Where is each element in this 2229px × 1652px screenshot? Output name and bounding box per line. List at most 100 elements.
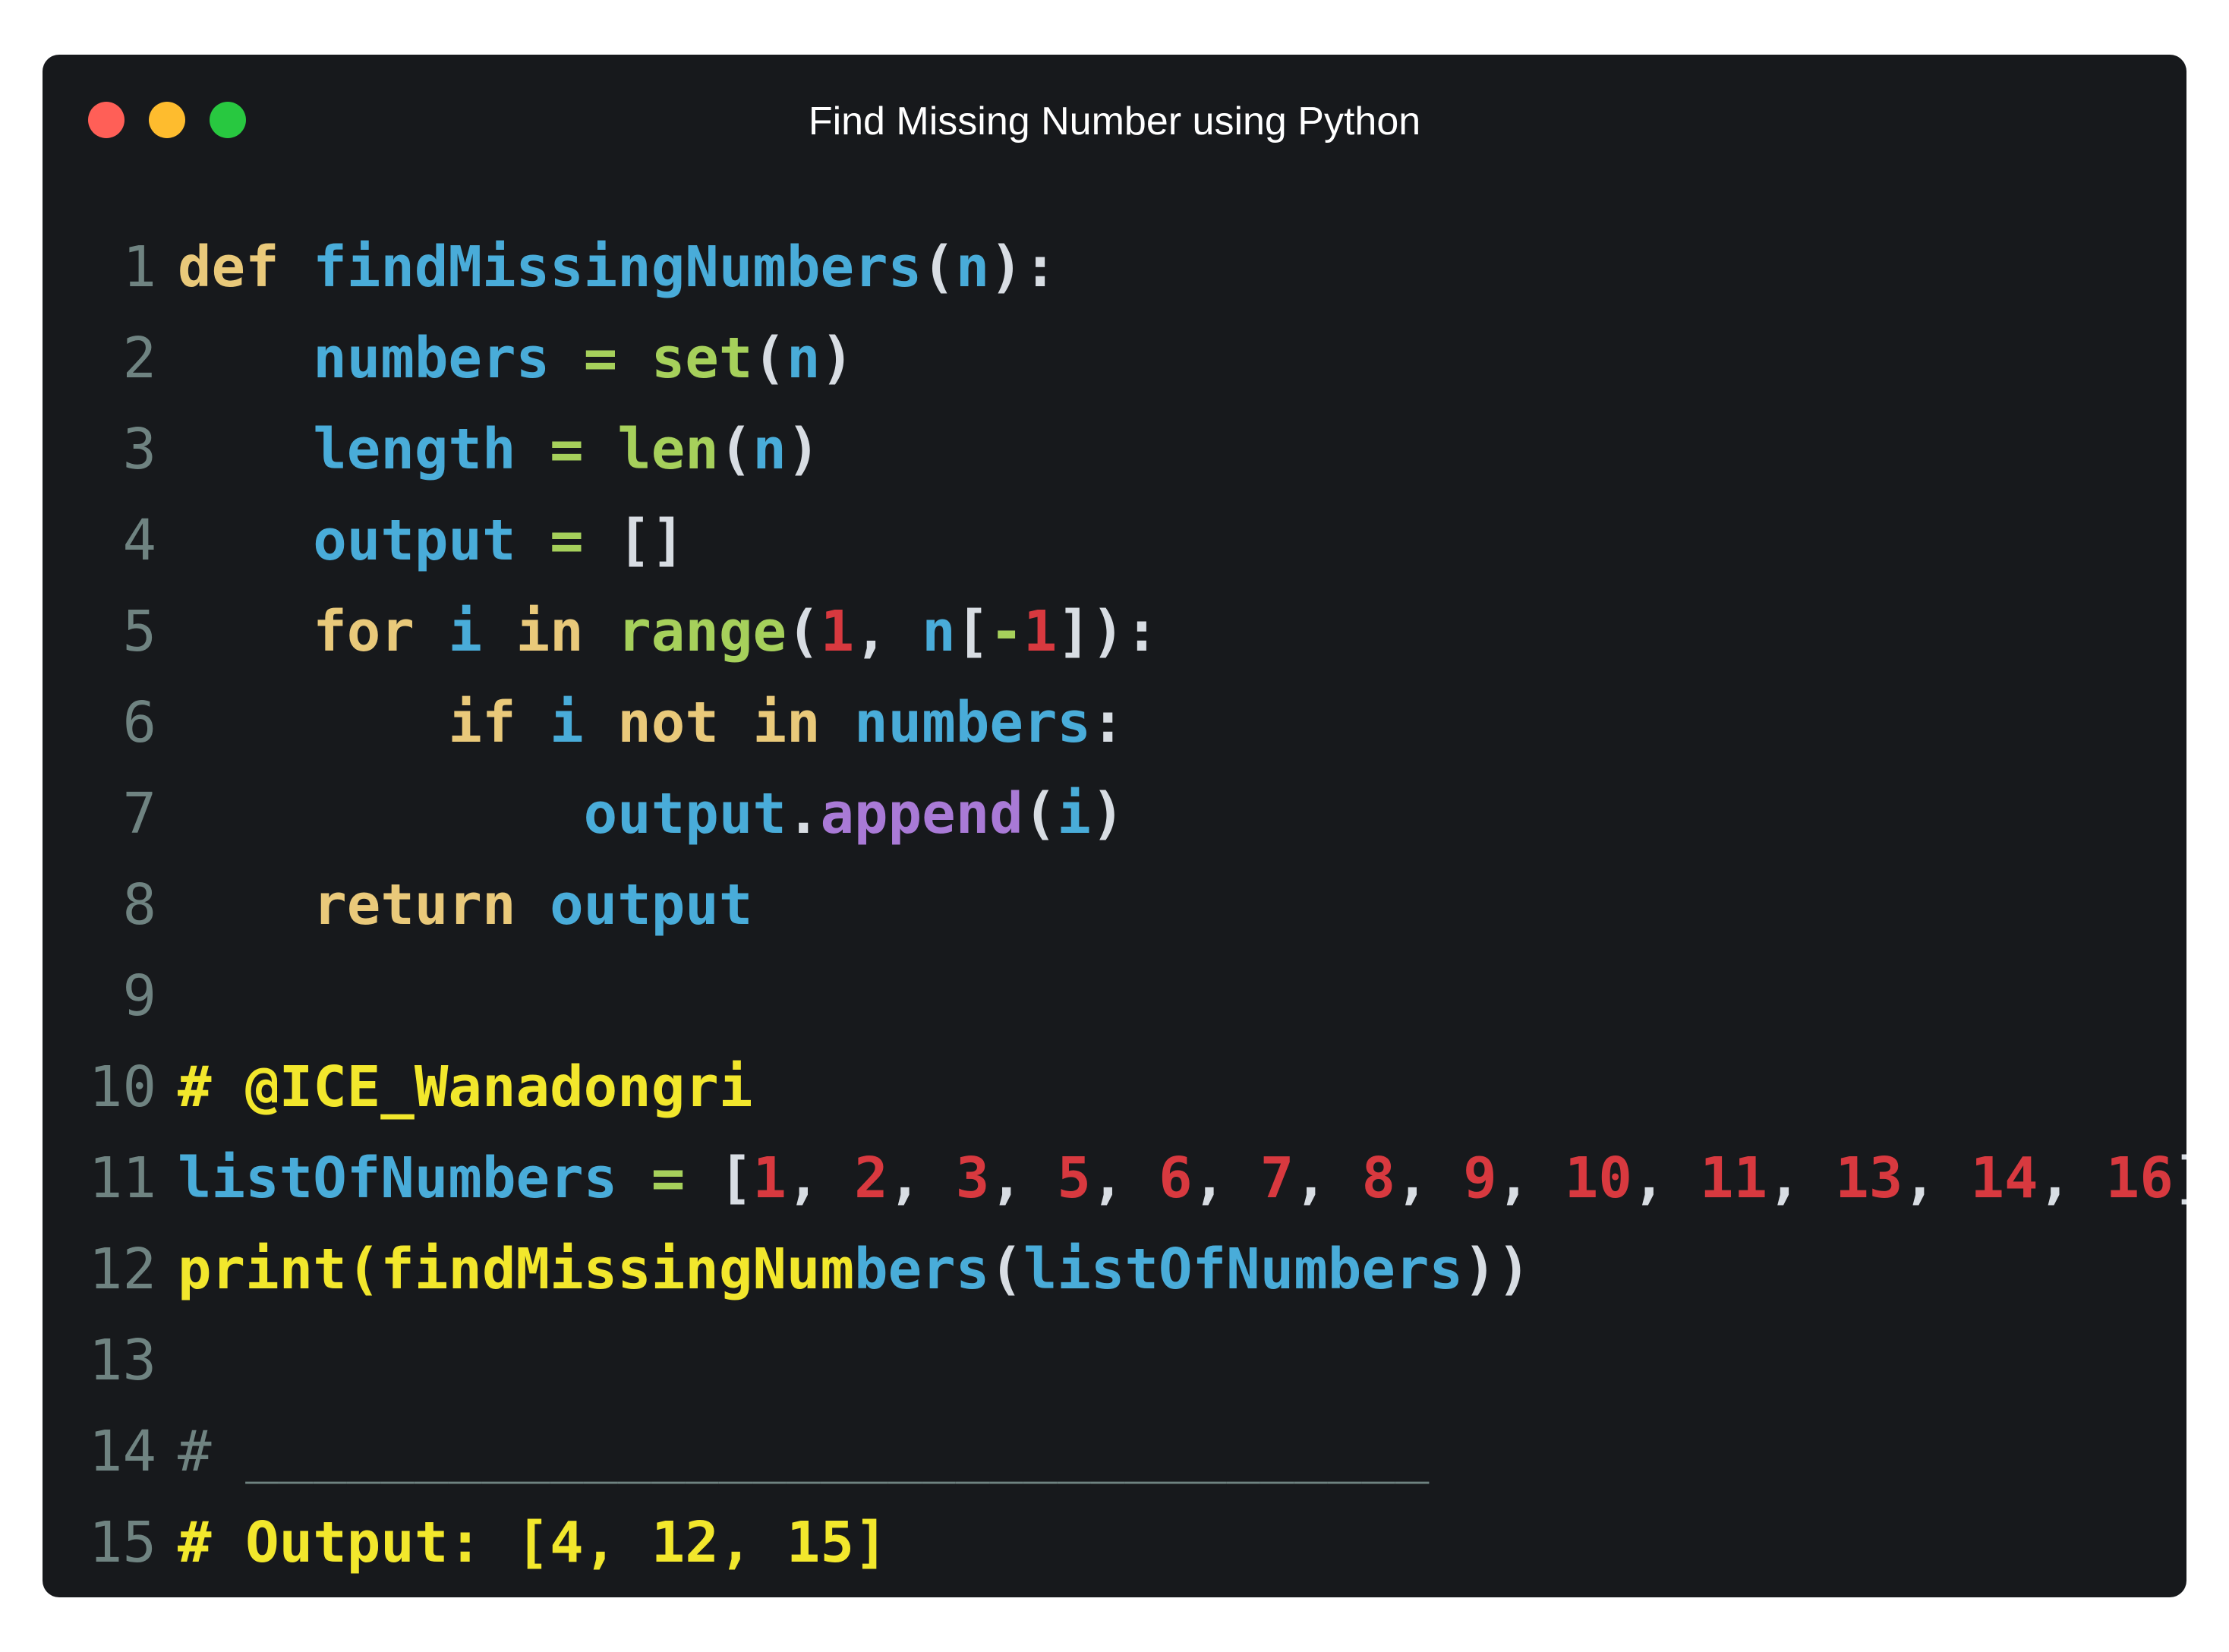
code-token: ( bbox=[1023, 781, 1058, 846]
line-number: 4 bbox=[122, 508, 156, 573]
code-token: if bbox=[448, 690, 516, 755]
code-token: 8 bbox=[1361, 1146, 1395, 1211]
code-text: output.append(i) bbox=[178, 768, 1125, 859]
code-token: 1 bbox=[752, 1146, 787, 1211]
code-token: [] bbox=[617, 508, 686, 573]
code-token: range bbox=[617, 599, 787, 664]
code-token: return bbox=[313, 872, 516, 938]
line-number: 9 bbox=[122, 963, 156, 1029]
code-token: )) bbox=[1463, 1237, 1531, 1302]
code-token: 10 bbox=[1564, 1146, 1632, 1211]
line-number: 15 bbox=[88, 1510, 156, 1575]
code-token: n bbox=[786, 326, 821, 391]
code-token: ( bbox=[718, 417, 753, 482]
code-line: 2 numbers = set(n) bbox=[43, 313, 2186, 404]
code-token: ) bbox=[1090, 781, 1125, 846]
code-text: length = len(n) bbox=[178, 404, 821, 495]
code-token: listOfNumbers bbox=[1023, 1237, 1464, 1302]
code-line: 6 if i not in numbers: bbox=[43, 677, 2186, 768]
code-token: numbers bbox=[313, 326, 550, 391]
code-token: , bbox=[989, 1146, 1058, 1211]
code-token: , bbox=[1903, 1146, 1971, 1211]
code-token: ) bbox=[786, 417, 821, 482]
code-token: 6 bbox=[1159, 1146, 1193, 1211]
code-token: output bbox=[583, 781, 787, 846]
line-number: 2 bbox=[122, 326, 156, 391]
code-token: : bbox=[1090, 690, 1125, 755]
code-token: print(findMissingNum bbox=[178, 1237, 855, 1302]
code-token: length bbox=[313, 417, 516, 482]
code-text: if i not in numbers: bbox=[178, 677, 1125, 768]
code-text: for i in range(1, n[-1]): bbox=[178, 586, 1159, 677]
code-token: 14 bbox=[1970, 1146, 2038, 1211]
code-text: # @ICE_Wanadongri bbox=[178, 1042, 752, 1133]
code-line: 14 # ___________________________________ bbox=[43, 1406, 2186, 1497]
code-line: 3 length = len(n) bbox=[43, 404, 2186, 495]
code-text: listOfNumbers = [1, 2, 3, 5, 6, 7, 8, 9,… bbox=[178, 1133, 2186, 1224]
code-token: ]): bbox=[1057, 599, 1159, 664]
code-token: , bbox=[854, 599, 922, 664]
code-token: ( bbox=[922, 235, 956, 300]
code-token: , bbox=[1767, 1146, 1836, 1211]
code-text: numbers = set(n) bbox=[178, 313, 854, 404]
line-number: 7 bbox=[122, 781, 156, 846]
code-token: numbers bbox=[854, 690, 1091, 755]
code-token: , bbox=[2038, 1146, 2106, 1211]
code-line: 15 # Output: [4, 12, 15] bbox=[43, 1497, 2186, 1588]
code-token: , bbox=[1395, 1146, 1464, 1211]
line-number: 3 bbox=[122, 417, 156, 482]
code-token: # ___________________________________ bbox=[178, 1419, 1430, 1484]
code-token: 9 bbox=[1463, 1146, 1497, 1211]
code-token: 5 bbox=[1057, 1146, 1091, 1211]
code-token: in bbox=[752, 690, 821, 755]
code-token: = bbox=[515, 417, 618, 482]
code-line: 5 for i in range(1, n[-1]): bbox=[43, 586, 2186, 677]
code-line: 7 output.append(i) bbox=[43, 768, 2186, 859]
code-token: 1 bbox=[820, 599, 855, 664]
line-number: 13 bbox=[88, 1328, 156, 1393]
code-token: 2 bbox=[854, 1146, 888, 1211]
code-token: set bbox=[651, 326, 753, 391]
code-text: print(findMissingNumbers(listOfNumbers)) bbox=[178, 1224, 1531, 1315]
line-number: 8 bbox=[122, 872, 156, 938]
code-token: , bbox=[1090, 1146, 1159, 1211]
line-number: 11 bbox=[88, 1146, 156, 1211]
code-token: 16 bbox=[2105, 1146, 2174, 1211]
code-token: [ bbox=[955, 599, 990, 664]
code-token: output bbox=[313, 508, 516, 573]
code-line: 9 bbox=[43, 951, 2186, 1042]
code-token: def bbox=[178, 235, 279, 300]
code-token: = bbox=[617, 1146, 719, 1211]
line-number: 1 bbox=[122, 235, 156, 300]
code-token: not bbox=[617, 690, 719, 755]
code-token: 11 bbox=[1700, 1146, 1768, 1211]
line-number: 12 bbox=[88, 1237, 156, 1302]
code-line: 11 listOfNumbers = [1, 2, 3, 5, 6, 7, 8, … bbox=[43, 1133, 2186, 1224]
code-token: n bbox=[955, 235, 990, 300]
code-token: = bbox=[515, 508, 618, 573]
title-bar: Find Missing Number using Python bbox=[43, 55, 2186, 191]
code-token: in bbox=[515, 599, 584, 664]
code-token: for bbox=[313, 599, 415, 664]
code-line: 4 output = [] bbox=[43, 495, 2186, 586]
code-token: , bbox=[1192, 1146, 1260, 1211]
code-token: n bbox=[922, 599, 956, 664]
code-token: , bbox=[1496, 1146, 1565, 1211]
code-token: 3 bbox=[955, 1146, 990, 1211]
code-token: 1 bbox=[1023, 599, 1058, 664]
code-text: # ___________________________________ bbox=[178, 1406, 1429, 1497]
code-line: 12 print(findMissingNumbers(listOfNumbers… bbox=[43, 1224, 2186, 1315]
code-token: i bbox=[448, 599, 482, 664]
code-token: ( bbox=[787, 599, 821, 664]
code-token: . bbox=[786, 781, 821, 846]
code-token: len bbox=[617, 417, 719, 482]
